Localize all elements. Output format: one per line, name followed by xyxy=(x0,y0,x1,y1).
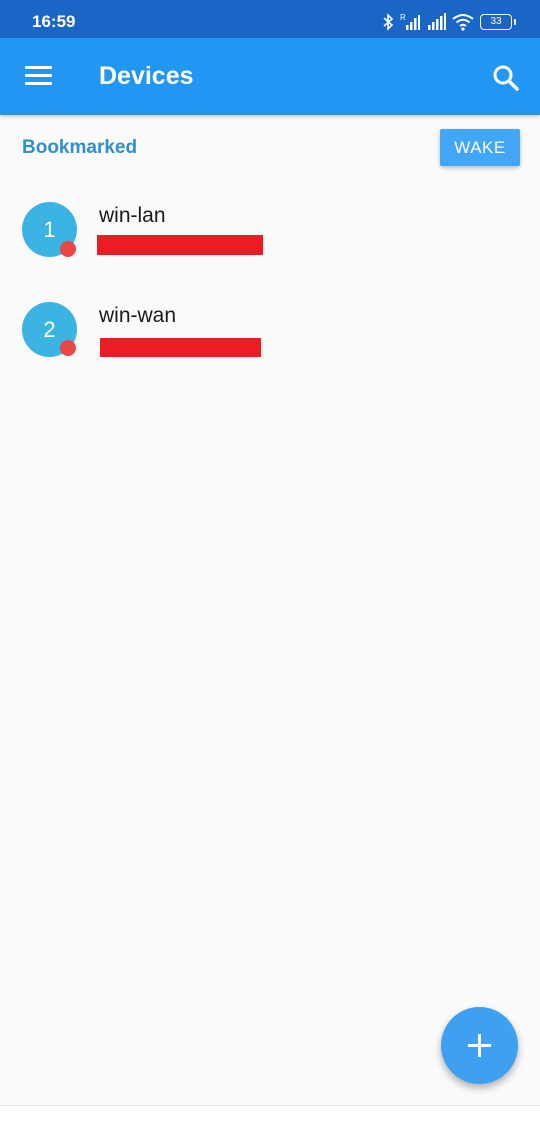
navigation-bar xyxy=(0,1105,540,1124)
redaction-bar xyxy=(100,338,261,357)
section-title-bookmarked: Bookmarked xyxy=(22,137,138,158)
status-bar: 16:59 R 33 xyxy=(0,0,540,38)
wifi-icon xyxy=(452,14,474,31)
page-title: Devices xyxy=(99,62,194,90)
battery-icon: 33 xyxy=(480,14,516,30)
cellular-signal-icon: R xyxy=(400,13,420,30)
device-name: win-lan xyxy=(99,204,166,227)
device-name: win-wan xyxy=(99,304,177,327)
svg-text:R: R xyxy=(400,13,406,22)
device-row[interactable]: 1 win-lan xyxy=(0,182,540,278)
wake-button[interactable]: WAKE xyxy=(440,129,520,166)
bluetooth-icon xyxy=(383,13,394,31)
status-dot xyxy=(60,241,76,257)
add-device-button[interactable] xyxy=(441,1007,518,1084)
device-row[interactable]: 2 win-wan xyxy=(0,281,540,377)
app-bar: Devices xyxy=(0,38,540,115)
status-dot xyxy=(60,340,76,356)
status-time: 16:59 xyxy=(32,12,76,31)
redaction-bar xyxy=(97,235,263,255)
cellular-signal-icon xyxy=(428,13,446,30)
hamburger-menu-icon[interactable] xyxy=(20,60,56,92)
device-index: 1 xyxy=(43,217,56,242)
battery-level: 33 xyxy=(490,16,502,27)
status-icons: R 33 xyxy=(382,12,516,32)
device-index: 2 xyxy=(43,317,56,342)
search-icon[interactable] xyxy=(488,60,524,96)
